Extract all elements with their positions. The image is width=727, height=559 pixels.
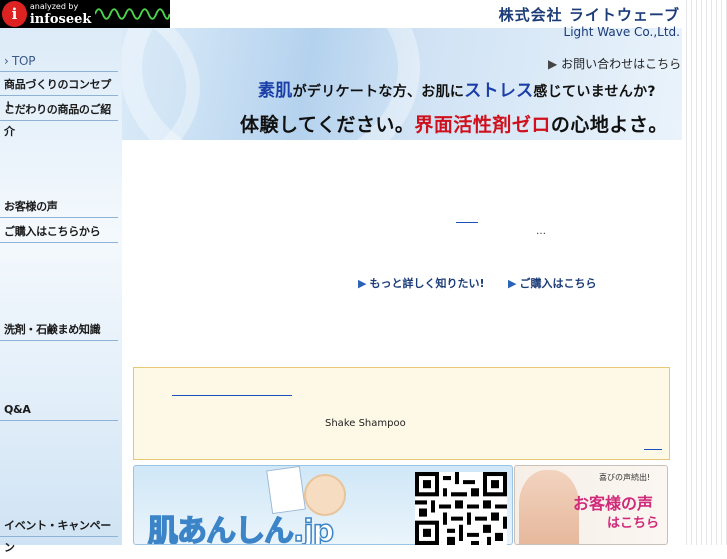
- triangle-right-icon: ▶: [508, 277, 517, 290]
- purchase-link[interactable]: ▶ ご購入はこちら: [508, 275, 596, 291]
- chevron-right-icon: ›: [4, 54, 13, 68]
- triangle-right-icon: ▶: [548, 57, 558, 71]
- tagline-primary: 素肌がデリケートな方、お肌にストレス感じていませんか?: [258, 76, 656, 101]
- tagline-highlight: ストレス: [464, 81, 534, 101]
- contact-link[interactable]: ▶ お問い合わせはこちら: [548, 55, 681, 72]
- sidebar-item-knowledge[interactable]: 洗剤・石鹸まめ知識: [0, 319, 118, 341]
- purchase-label: ご購入はこちら: [519, 277, 597, 290]
- contact-link-label: お問い合わせはこちら: [561, 57, 682, 71]
- link-underline[interactable]: [456, 222, 478, 223]
- sidebar-item-top[interactable]: › TOP: [0, 50, 118, 72]
- sidebar-nav: › TOP 商品づくりのコンセプト こだわりの商品のご紹介 お客様の声 ご購入は…: [0, 28, 122, 554]
- tagline-secondary: 体験してください。界面活性剤ゼロの心地よさ。: [240, 110, 668, 137]
- product-name: Shake Shampoo: [325, 418, 406, 429]
- tagline2-highlight: 界面活性剤ゼロ: [414, 114, 551, 136]
- tagline-highlight: 素肌: [258, 81, 293, 101]
- sidebar-item-concept[interactable]: 商品づくりのコンセプト: [0, 74, 118, 113]
- infoseek-text: analyzed by infoseek: [30, 2, 92, 27]
- feature-area: [355, 140, 682, 340]
- triangle-right-icon: ▶: [358, 277, 367, 290]
- company-logo[interactable]: 株式会社 ライトウェーブ Light Wave Co.,Ltd.: [440, 4, 680, 39]
- tagline-text: がデリケートな方、お肌に: [292, 84, 465, 100]
- company-name-en: Light Wave Co.,Ltd.: [563, 25, 680, 39]
- ellipsis-text: …: [536, 226, 546, 237]
- analyzed-by-label: analyzed by: [29, 1, 79, 11]
- company-name-jp: 株式会社 ライトウェーブ: [498, 6, 680, 24]
- voice-subtitle: 喜びの声続出!: [599, 473, 651, 482]
- learn-more-link[interactable]: ▶ もっと詳しく知りたい!: [358, 275, 485, 291]
- sidebar-item-label: TOP: [12, 54, 36, 68]
- notice-box: [133, 367, 670, 460]
- voice-here: はこちら: [607, 516, 660, 531]
- notice-link[interactable]: [172, 395, 292, 396]
- banner-logo: 肌あんしん.jp: [147, 513, 335, 545]
- tagline2-text: の心地よさ。: [550, 114, 668, 136]
- sidebar-item-products[interactable]: こだわりの商品のご紹介: [0, 99, 118, 138]
- customer-voice-banner[interactable]: 喜びの声続出! お客様の声 はこちら: [514, 465, 668, 545]
- woman-photo: [519, 470, 579, 544]
- infoseek-badge[interactable]: i analyzed by infoseek: [0, 0, 170, 28]
- tagline-text: 感じていませんか?: [533, 84, 656, 100]
- right-decor-strip: [682, 0, 727, 545]
- learn-more-label: もっと詳しく知りたい!: [369, 277, 485, 290]
- sidebar-item-customer-voice[interactable]: お客様の声: [0, 196, 118, 218]
- voice-title: お客様の声: [573, 494, 654, 513]
- sidebar-item-purchase[interactable]: ご購入はこちらから: [0, 221, 118, 243]
- tagline2-text: 体験してください。: [240, 114, 415, 136]
- notice-more-link[interactable]: [644, 449, 662, 450]
- infoseek-label: infoseek: [29, 11, 92, 27]
- sidebar-item-events[interactable]: イベント・キャンペーン: [0, 515, 118, 554]
- infoseek-logo-icon: i: [2, 1, 27, 27]
- waveform-icon: [95, 8, 170, 20]
- sidebar-item-qa[interactable]: Q&A: [0, 399, 118, 421]
- qr-code-icon: [415, 472, 507, 545]
